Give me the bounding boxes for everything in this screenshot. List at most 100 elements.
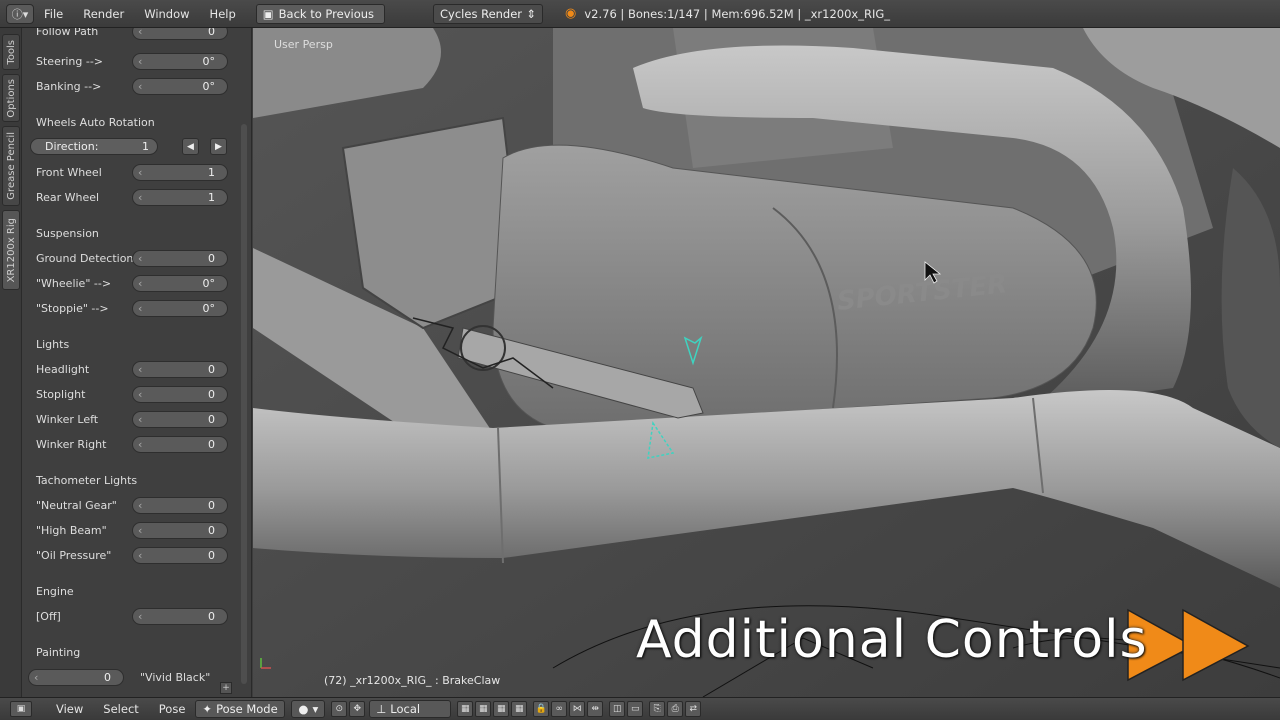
banking-slider[interactable]: 0° [132, 77, 228, 95]
painting-color-name: "Vivid Black" [140, 670, 211, 684]
pivot-icon[interactable]: ⊙ [331, 701, 348, 717]
menu-view[interactable]: View [46, 702, 93, 716]
steering-row: Steering --> 0° [36, 52, 230, 70]
painting-slider[interactable]: 0 [28, 668, 124, 686]
menu-help[interactable]: Help [200, 0, 246, 28]
menu-pose[interactable]: Pose [149, 702, 196, 716]
tachometer-section-title: Tachometer Lights [36, 474, 138, 487]
high-beam-slider[interactable]: 0 [132, 521, 228, 539]
direction-decrease-button[interactable]: ◀ [182, 138, 199, 155]
paste-pose-icon[interactable]: ⎙ [667, 701, 684, 717]
additional-controls-title: Additional Controls [636, 610, 1148, 670]
direction-increase-button[interactable]: ▶ [210, 138, 227, 155]
tab-tools-label: Tools [5, 39, 17, 65]
painting-section-title: Painting [36, 646, 81, 659]
orientation-value: Local [390, 702, 421, 716]
lock-icon[interactable]: 🔒 [533, 701, 550, 717]
panel-scrollbar[interactable] [241, 124, 247, 684]
copy-pose-icon[interactable]: ⎘ [649, 701, 666, 717]
manipulator-icon[interactable]: ✥ [349, 701, 366, 717]
menu-window[interactable]: Window [134, 0, 199, 28]
front-wheel-row: Front Wheel 1 [36, 163, 230, 181]
mode-select[interactable]: ✦ Pose Mode [195, 700, 286, 718]
screen-icon: ▣ [262, 6, 274, 21]
banking-label: Banking --> [36, 79, 102, 93]
snap-icon[interactable]: ⋈ [569, 701, 586, 717]
ground-detection-slider[interactable]: 0 [132, 249, 228, 267]
editor-type-icon[interactable]: ▣ [10, 701, 32, 717]
direction-field[interactable]: Direction: 1 [30, 138, 158, 155]
tab-grease-pencil[interactable]: Grease Pencil [2, 126, 20, 206]
layer-icon-2[interactable]: ▦ [475, 701, 492, 717]
layer-icon-4[interactable]: ▦ [511, 701, 528, 717]
add-icon[interactable]: + [220, 682, 232, 694]
neutral-gear-slider[interactable]: 0 [132, 496, 228, 514]
tab-options[interactable]: Options [2, 74, 20, 122]
oil-pressure-row: "Oil Pressure" 0 [36, 546, 230, 564]
orientation-icon: ⊥ [376, 702, 387, 716]
stoplight-label: Stoplight [36, 387, 86, 401]
stoppie-slider[interactable]: 0° [132, 299, 228, 317]
menu-render[interactable]: Render [73, 0, 134, 28]
neutral-gear-row: "Neutral Gear" 0 [36, 496, 230, 514]
render-engine-select[interactable]: Cycles Render ⇕ [433, 3, 544, 24]
headlight-row: Headlight 0 [36, 360, 230, 378]
back-to-previous-label: Back to Previous [278, 6, 375, 21]
steering-slider[interactable]: 0° [132, 52, 228, 70]
mode-value: Pose Mode [216, 702, 278, 716]
menu-select[interactable]: Select [93, 702, 148, 716]
render-engine-value: Cycles Render [440, 6, 523, 21]
dropdown-icon: ▾ [312, 702, 319, 716]
wheelie-slider[interactable]: 0° [132, 274, 228, 292]
winker-right-slider[interactable]: 0 [132, 435, 228, 453]
stoppie-label: "Stoppie" --> [36, 301, 109, 315]
paste-flipped-icon[interactable]: ⇄ [685, 701, 702, 717]
info-icon[interactable]: ⓘ▾ [6, 3, 34, 24]
3d-viewport[interactable]: SPORTSTER User Persp (72) _xr1200x_RIG_ … [253, 28, 1280, 697]
rear-wheel-row: Rear Wheel 1 [36, 188, 230, 206]
winker-left-row: Winker Left 0 [36, 410, 230, 428]
back-to-previous-button[interactable]: ▣ Back to Previous [255, 3, 386, 24]
rig-controls-panel: Follow Path 0 Steering --> 0° Banking --… [22, 28, 252, 697]
winker-right-label: Winker Right [36, 437, 107, 451]
transform-orientation-select[interactable]: ⊥ Local [369, 700, 452, 718]
suspension-section-title: Suspension [36, 227, 99, 240]
rear-wheel-label: Rear Wheel [36, 190, 100, 204]
layer-icon-3[interactable]: ▦ [493, 701, 510, 717]
banking-row: Banking --> 0° [36, 77, 230, 95]
stoplight-slider[interactable]: 0 [132, 385, 228, 403]
active-object-status: (72) _xr1200x_RIG_ : BrakeClaw [324, 674, 501, 687]
view-perspective-label: User Persp [274, 38, 333, 51]
engine-off-label: [Off] [36, 609, 61, 623]
link-icon[interactable]: ∞ [551, 701, 568, 717]
direction-label: Direction: [45, 140, 99, 153]
shading-select[interactable]: ● ▾ [291, 700, 326, 718]
mirror-icon[interactable]: ⇹ [587, 701, 604, 717]
winker-left-slider[interactable]: 0 [132, 410, 228, 428]
follow-path-slider[interactable]: 0 [132, 28, 228, 40]
lights-section-title: Lights [36, 338, 70, 351]
high-beam-row: "High Beam" 0 [36, 521, 230, 539]
oil-pressure-slider[interactable]: 0 [132, 546, 228, 564]
render-icon[interactable]: ◫ [609, 701, 626, 717]
tab-tools[interactable]: Tools [2, 34, 20, 70]
front-wheel-label: Front Wheel [36, 165, 102, 179]
tab-xr1200x-rig[interactable]: XR1200x Rig [2, 210, 20, 290]
headlight-slider[interactable]: 0 [132, 360, 228, 378]
ground-detection-row: Ground Detection 0 [36, 249, 230, 267]
camera-icon[interactable]: ▭ [627, 701, 644, 717]
engine-off-slider[interactable]: 0 [132, 607, 228, 625]
neutral-gear-label: "Neutral Gear" [36, 498, 117, 512]
high-beam-label: "High Beam" [36, 523, 107, 537]
rear-wheel-slider[interactable]: 1 [132, 188, 228, 206]
tool-tab-strip: Tools Options Grease Pencil XR1200x Rig [0, 28, 22, 697]
blender-logo-icon: ◉ [565, 6, 577, 21]
layer-icon[interactable]: ▦ [457, 701, 474, 717]
scene-stats: v2.76 | Bones:1/147 | Mem:696.52M | _xr1… [584, 6, 891, 21]
menu-file[interactable]: File [34, 0, 73, 28]
winker-right-row: Winker Right 0 [36, 435, 230, 453]
headlight-label: Headlight [36, 362, 90, 376]
wheels-section-title: Wheels Auto Rotation [36, 116, 155, 129]
front-wheel-slider[interactable]: 1 [132, 163, 228, 181]
steering-label: Steering --> [36, 54, 104, 68]
